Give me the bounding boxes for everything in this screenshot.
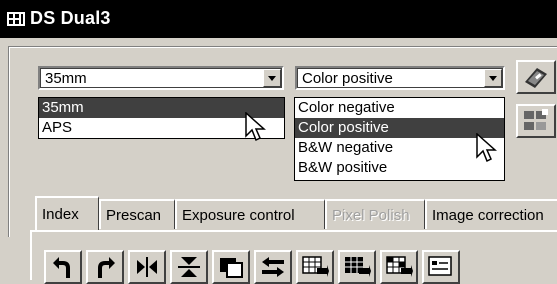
mouse-pointer-icon (476, 133, 497, 163)
eject-film-icon (525, 68, 547, 88)
title-bar: DS Dual3 (0, 0, 557, 38)
rotate-left-icon (53, 257, 70, 278)
film-type-option-color-positive[interactable]: Color positive (295, 118, 504, 138)
tab-pixel-polish: Pixel Polish (325, 199, 425, 229)
eject-button[interactable] (516, 60, 556, 94)
tab-image-correction[interactable]: Image correction (425, 199, 557, 229)
layout-button[interactable] (516, 104, 556, 138)
scan-selected-icon (302, 256, 329, 277)
tab-index[interactable]: Index (35, 196, 99, 230)
flip-horizontal-icon (137, 257, 157, 277)
film-type-dropdown-list[interactable]: Color negative Color positive B&W negati… (294, 97, 505, 181)
window-title: DS Dual3 (30, 8, 111, 28)
film-type-option-color-negative[interactable]: Color negative (295, 98, 504, 118)
flip-vertical-icon (178, 257, 200, 277)
film-type-dropdown-button[interactable] (484, 69, 502, 87)
film-type-combo[interactable]: Color positive (295, 66, 505, 90)
job-settings-button[interactable] (422, 250, 460, 284)
rotate-left-button[interactable] (44, 250, 82, 284)
film-size-dropdown-button[interactable] (263, 69, 281, 87)
film-type-option-bw-positive[interactable]: B&W positive (295, 158, 504, 178)
scanner-app-icon (7, 12, 25, 26)
invert-frames-icon (220, 258, 243, 278)
scan-batch-icon (386, 256, 413, 277)
film-type-value: Color positive (302, 70, 393, 87)
film-size-combo[interactable]: 35mm (38, 66, 284, 90)
index-layout-icon (524, 109, 548, 130)
film-type-option-bw-negative[interactable]: B&W negative (295, 138, 504, 158)
rotate-right-button[interactable] (86, 250, 124, 284)
swap-frames-button[interactable] (254, 250, 292, 284)
film-size-value: 35mm (45, 70, 87, 87)
scan-all-icon (345, 257, 371, 277)
scan-selected-button[interactable] (296, 250, 334, 284)
tab-prescan[interactable]: Prescan (99, 199, 175, 229)
rotate-right-icon (98, 257, 115, 278)
scan-batch-button[interactable] (380, 250, 418, 284)
swap-frames-icon (262, 257, 284, 277)
invert-frames-button[interactable] (212, 250, 250, 284)
tab-exposure-control[interactable]: Exposure control (175, 199, 325, 229)
mouse-pointer-icon (245, 112, 266, 142)
scan-all-button[interactable] (338, 250, 376, 284)
flip-horizontal-button[interactable] (128, 250, 166, 284)
job-settings-icon (428, 256, 452, 276)
flip-vertical-button[interactable] (170, 250, 208, 284)
